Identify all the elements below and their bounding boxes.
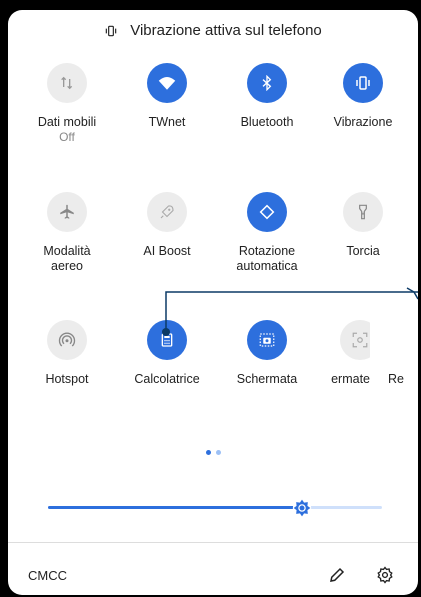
mobile-data-icon	[61, 76, 73, 90]
hotspot-icon	[58, 332, 76, 347]
footer-divider	[8, 542, 418, 543]
vibration-status[interactable]: Vibrazione attiva sul telefono	[8, 22, 418, 39]
carrier-name: CMCC	[28, 568, 67, 583]
tile-label: Vibrazione	[333, 115, 393, 129]
tile-flashlight[interactable]: Torcia	[322, 192, 404, 259]
tile-bluetooth-button[interactable]	[247, 63, 287, 103]
page-dot	[215, 450, 221, 455]
tile-label: AI Boost	[143, 244, 191, 258]
tile-label: Torcia	[346, 244, 380, 258]
tile-vibration[interactable]: Vibrazione	[322, 63, 404, 130]
pointer-callout	[162, 287, 418, 336]
settings-icon[interactable]	[376, 566, 394, 584]
wifi-icon	[158, 77, 176, 90]
quick-settings-panel: Vibrazione attiva sul telefono Dati mobi…	[8, 10, 418, 595]
tile-label: Dati mobili	[37, 115, 97, 129]
tile-flashlight-button[interactable]	[343, 192, 383, 232]
page-dot-active	[205, 450, 211, 455]
tile-label: TWnet	[148, 115, 186, 129]
flashlight-icon	[359, 204, 367, 220]
vibrate-icon	[356, 76, 370, 90]
tile-wifi-button[interactable]	[147, 63, 187, 103]
tile-ai-boost[interactable]: AI Boost	[126, 192, 208, 259]
tile-bluetooth[interactable]: Bluetooth	[226, 63, 308, 130]
tile-auto-rotate[interactable]: Rotazione automatica	[226, 192, 308, 274]
tile-airplane[interactable]: Modalità aereo	[26, 192, 108, 274]
tile-sublabel: Off	[59, 130, 75, 144]
tile-wifi[interactable]: TWnet	[126, 63, 208, 130]
tile-airplane-button[interactable]	[47, 192, 87, 232]
tile-hotspot-button[interactable]	[47, 320, 87, 360]
rotate-icon	[259, 204, 275, 220]
tile-label: ermate	[331, 372, 370, 386]
tile-label: Calcolatrice	[134, 372, 200, 386]
tile-label: Hotspot	[45, 372, 89, 386]
tile-label: Schermata	[236, 372, 298, 386]
brightness-fill	[48, 506, 302, 509]
page-indicator	[8, 450, 418, 455]
brightness-icon[interactable]	[292, 498, 312, 518]
tile-auto-rotate-button[interactable]	[247, 192, 287, 232]
tile-vibration-button[interactable]	[343, 63, 383, 103]
tile-ai-boost-button[interactable]	[147, 192, 187, 232]
edit-icon[interactable]	[328, 566, 346, 584]
tile-mobile-data[interactable]: Dati mobili Off	[26, 63, 108, 144]
bluetooth-icon	[262, 75, 272, 91]
airplane-icon	[60, 204, 74, 219]
tile-label: Bluetooth	[240, 115, 294, 129]
tile-mobile-data-button[interactable]	[47, 63, 87, 103]
tile-label: Modalità aereo	[43, 244, 91, 273]
vibration-status-text: Vibrazione attiva sul telefono	[130, 22, 322, 39]
tile-label: Re	[388, 372, 404, 386]
brightness-slider[interactable]	[48, 498, 382, 518]
vibrate-icon	[105, 25, 117, 36]
rocket-icon	[160, 205, 174, 219]
tile-hotspot[interactable]: Hotspot	[26, 320, 108, 387]
tile-label: Rotazione automatica	[236, 244, 298, 273]
